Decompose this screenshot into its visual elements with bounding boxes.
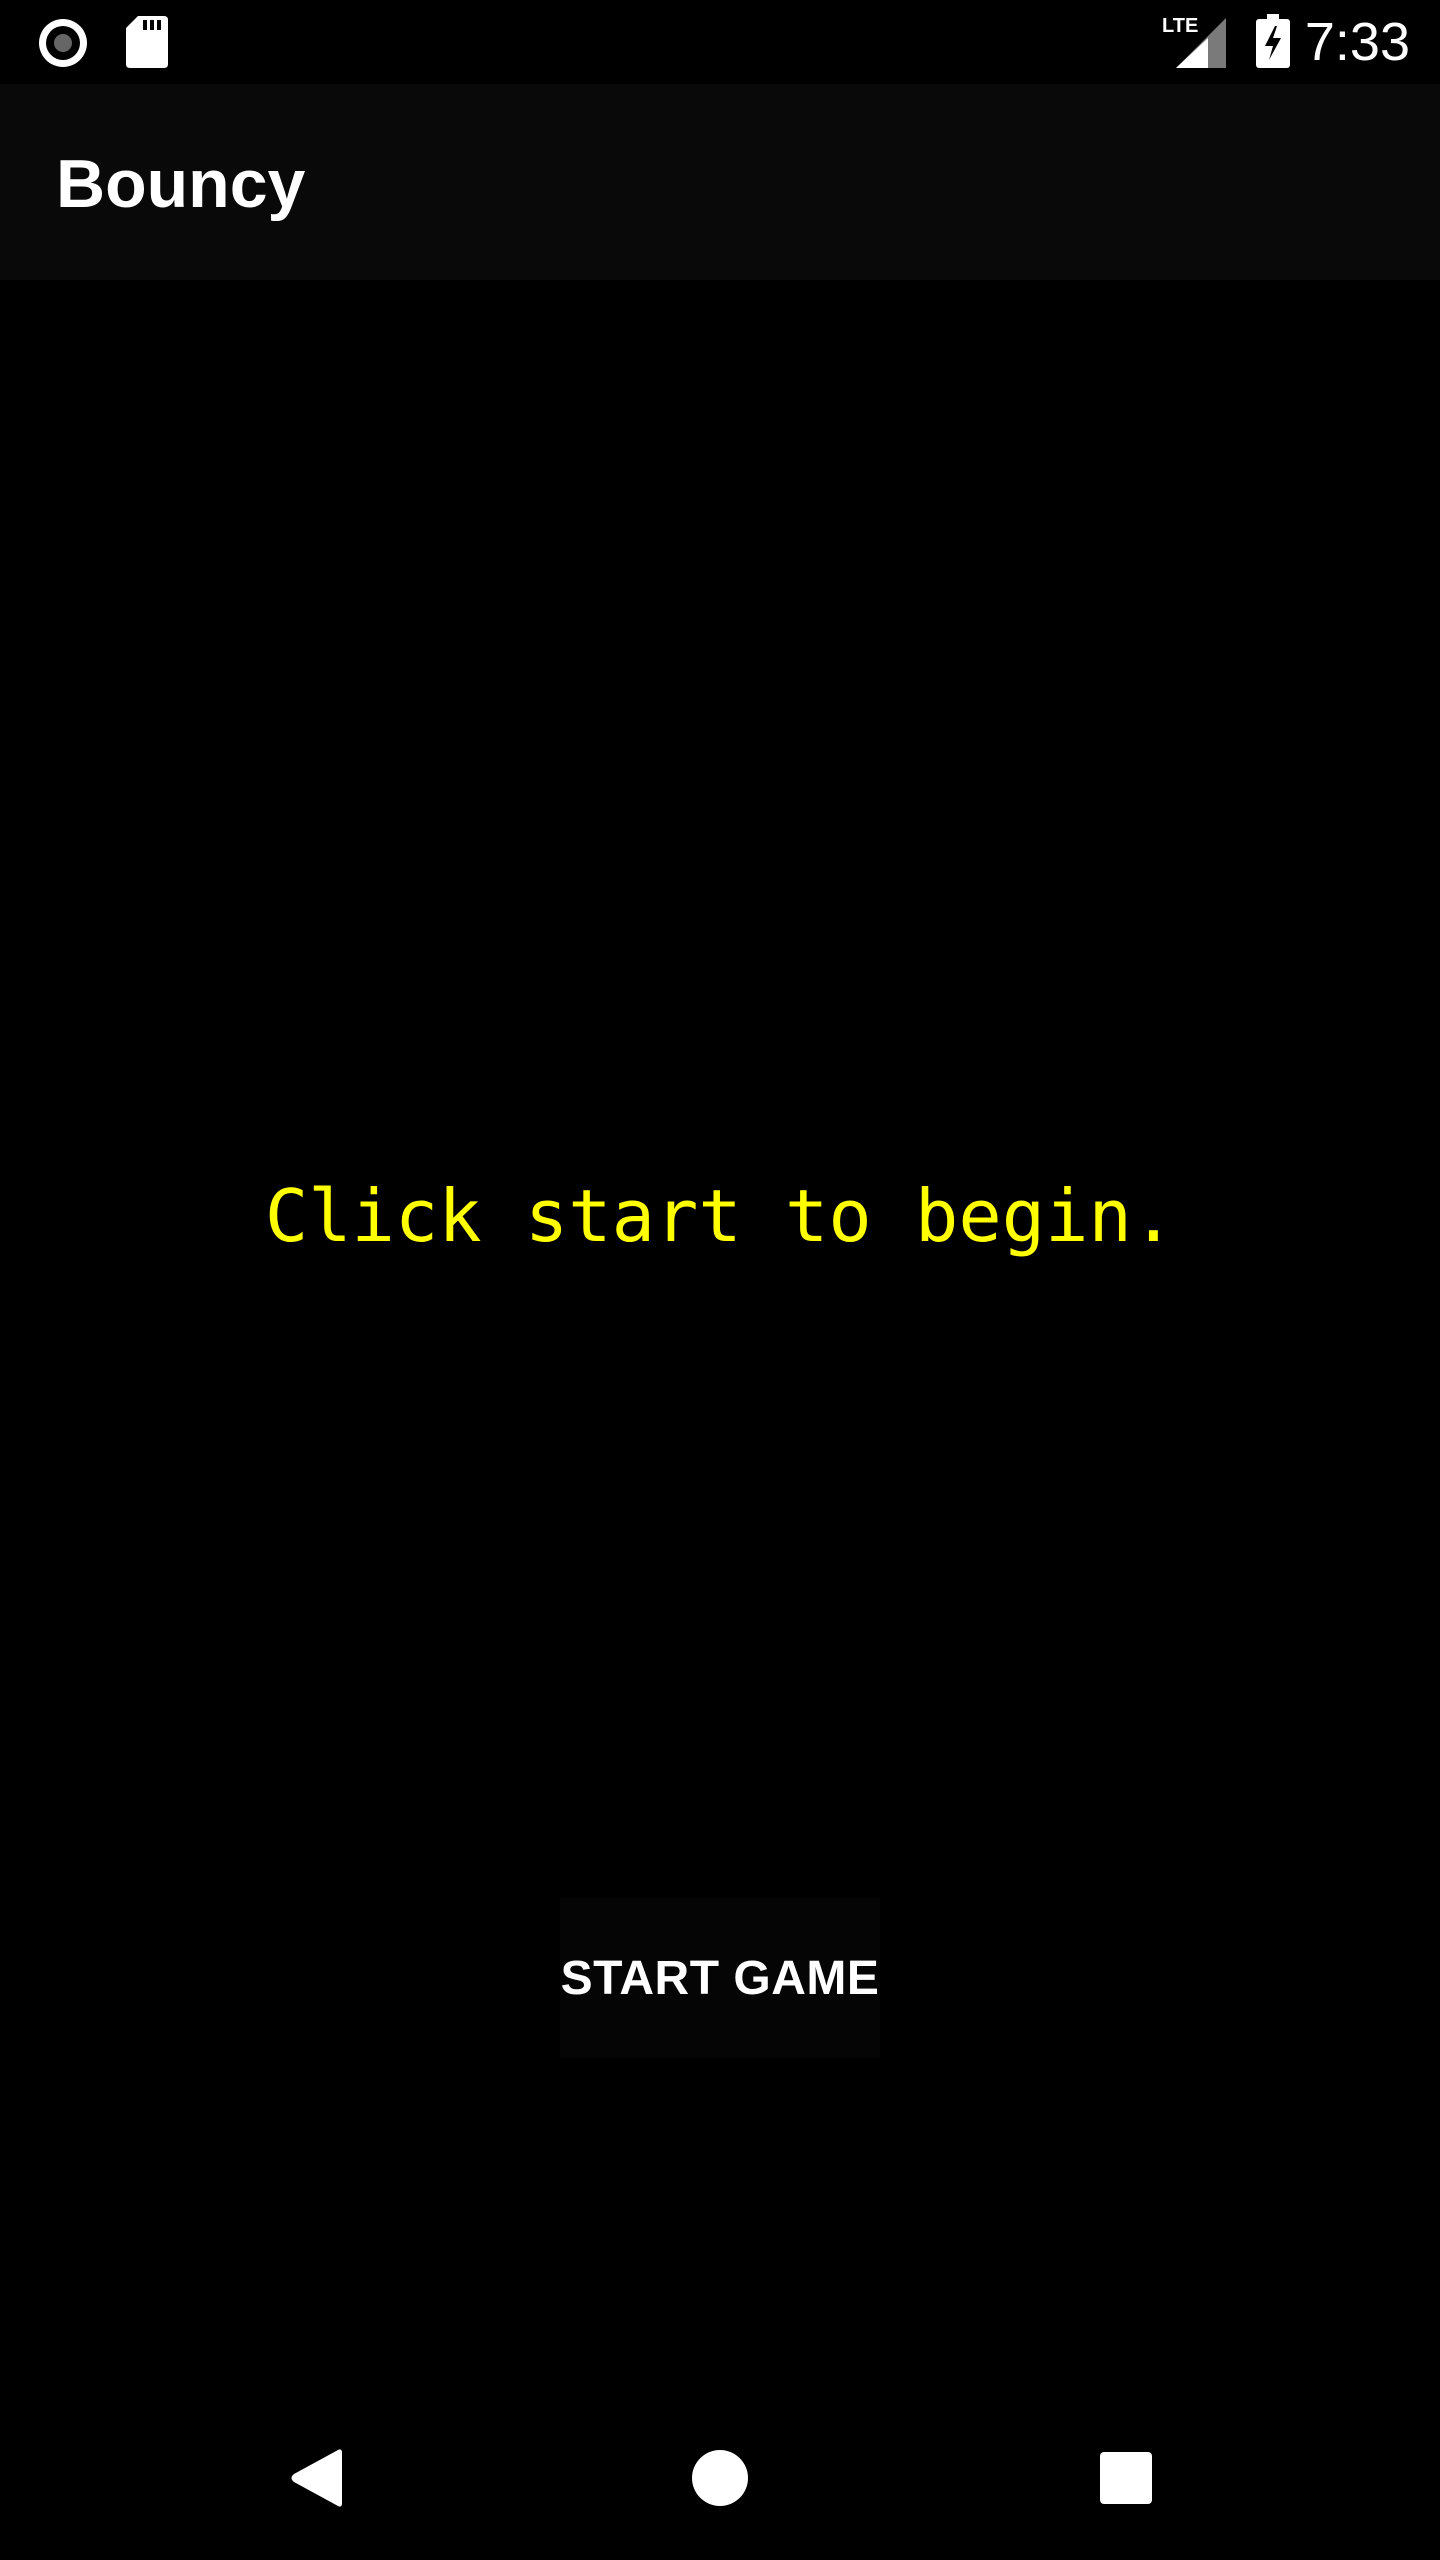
back-button[interactable] <box>216 2400 416 2560</box>
home-icon <box>691 2449 749 2512</box>
status-bar: LTE 7:33 <box>0 0 1440 84</box>
app-bar: Bouncy <box>0 84 1440 280</box>
recents-icon <box>1099 2451 1153 2510</box>
battery-charging-icon <box>1256 14 1290 73</box>
recents-button[interactable] <box>1026 2400 1226 2560</box>
start-game-button[interactable]: START GAME <box>560 1898 880 2058</box>
back-icon <box>288 2447 344 2514</box>
instruction-message: Click start to begin. <box>264 1174 1176 1258</box>
recording-icon <box>36 16 90 75</box>
network-label: LTE <box>1162 15 1198 37</box>
sd-card-icon <box>126 16 168 73</box>
lte-signal-icon: LTE <box>1162 14 1226 75</box>
clock: 7:33 <box>1304 12 1410 72</box>
screen: LTE 7:33 Bouncy Click start to begin. ST… <box>0 0 1440 2560</box>
app-title: Bouncy <box>56 146 306 222</box>
navigation-bar <box>0 2400 1440 2560</box>
home-button[interactable] <box>620 2400 820 2560</box>
